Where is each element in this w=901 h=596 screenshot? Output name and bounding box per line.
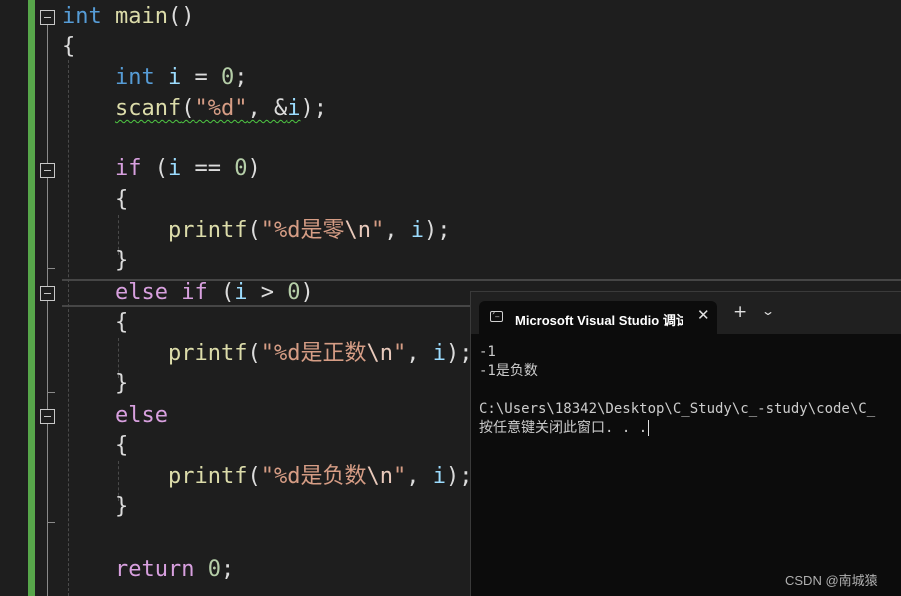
fold-end-tick [47,522,55,523]
fold-end-tick [47,268,55,269]
code-line-14: { [114,433,129,458]
fold-toggle-main[interactable] [40,10,55,25]
code-line-2: { [62,34,76,59]
watermark: CSDN @南城猿 [785,573,878,588]
gutter [0,0,28,596]
code-line-12: } [114,371,129,396]
console-prompt-line: 按任意键关闭此窗口. . . [479,420,650,436]
code-line-15: printf("%d是负数\n", i); [167,464,473,489]
console-title-bar[interactable]: Microsoft Visual Studio 调试控制台 ✕ + ⌄ [471,292,901,334]
code-line-8: } [114,248,129,273]
code-line-16: } [114,494,129,519]
code-line-4: scanf("%d", &i); [114,96,327,121]
console-output-line: -1 [479,344,496,360]
code-line-17: return 0; [114,557,235,582]
chevron-down-icon[interactable]: ⌄ [761,304,775,318]
code-line-5: if (i == 0) [114,156,261,181]
code-line-11: printf("%d是正数\n", i); [167,341,473,366]
code-line-3: int i = 0; [114,65,248,90]
fold-end-tick [47,392,55,393]
console-output-line: C:\Users\18342\Desktop\C_Study\c_-study\… [479,401,876,417]
code-line-10: { [114,310,129,335]
console-tab[interactable]: Microsoft Visual Studio 调试控制台 ✕ [479,301,717,334]
change-indicator-bar [28,0,35,596]
fold-toggle-else-if[interactable] [40,286,55,301]
close-icon[interactable]: ✕ [697,306,710,324]
code-line-6: { [114,187,129,212]
code-line-7: printf("%d是零\n", i); [167,218,451,243]
console-output-line: -1是负数 [479,363,538,379]
terminal-icon [490,308,503,322]
debug-console-window[interactable]: Microsoft Visual Studio 调试控制台 ✕ + ⌄ -1 -… [470,291,901,596]
fold-line-main [47,25,48,596]
fold-toggle-if[interactable] [40,163,55,178]
code-line-9: else if (i > 0) [114,280,314,305]
code-line-13: else [114,403,168,428]
code-line-1: int main() [62,4,195,29]
new-tab-plus-icon[interactable]: + [733,302,747,322]
console-tab-title: Microsoft Visual Studio 调试控制台 [515,313,683,328]
text-cursor [648,420,650,436]
fold-toggle-else[interactable] [40,409,55,424]
